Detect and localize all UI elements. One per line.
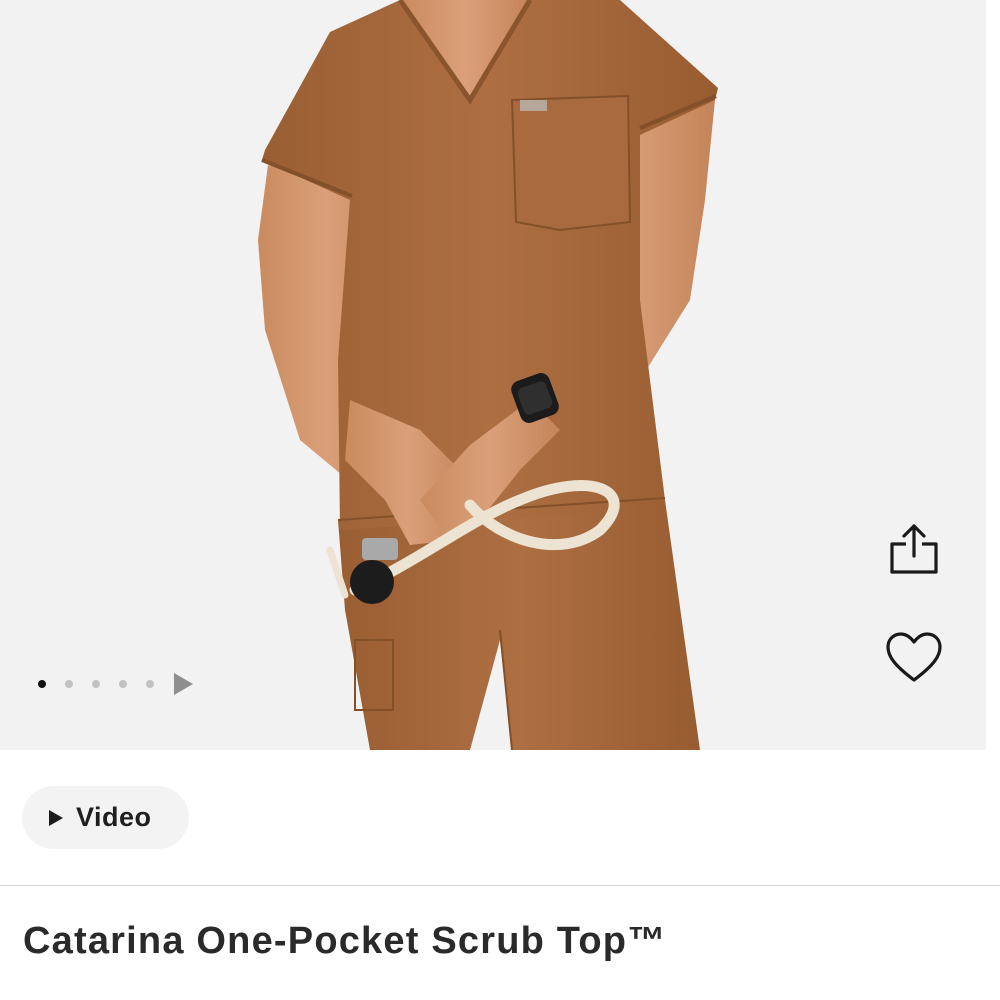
- carousel-pagination[interactable]: [38, 672, 193, 696]
- share-icon: [890, 524, 938, 574]
- play-icon: [49, 809, 63, 826]
- share-button[interactable]: [884, 518, 944, 578]
- product-title: Catarina One-Pocket Scrub Top™: [23, 920, 667, 962]
- carousel-dot[interactable]: [38, 680, 46, 688]
- product-photo: [258, 0, 718, 750]
- heart-icon: [886, 632, 942, 682]
- carousel-next-icon[interactable]: [174, 673, 193, 695]
- section-divider: [0, 885, 1000, 886]
- video-label: Video: [76, 802, 152, 832]
- carousel-dot[interactable]: [92, 680, 100, 688]
- video-button[interactable]: Video: [22, 786, 189, 849]
- carousel-dot[interactable]: [146, 680, 154, 688]
- carousel-dot[interactable]: [119, 680, 127, 688]
- wishlist-button[interactable]: [884, 628, 944, 688]
- carousel-dot[interactable]: [65, 680, 73, 688]
- product-image-gallery[interactable]: [0, 0, 1000, 750]
- product-page: Video Catarina One-Pocket Scrub Top™: [0, 0, 1000, 1000]
